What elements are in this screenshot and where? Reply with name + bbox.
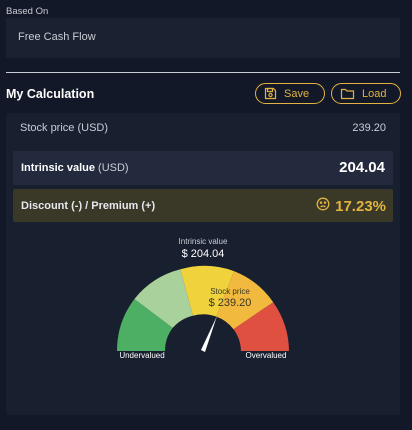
based-on-label: Based On (6, 6, 49, 17)
gauge-stock-caption: Stock price (210, 287, 250, 296)
gauge-intrinsic-caption: Intrinsic value (179, 237, 228, 246)
gauge-overvalued-label: Overvalued (246, 351, 287, 360)
load-button[interactable]: Load (331, 83, 401, 104)
save-button[interactable]: Save (255, 83, 325, 104)
gauge-stock-amount: $ 239.20 (209, 297, 252, 309)
folder-icon (340, 87, 355, 100)
calculation-title: My Calculation (6, 87, 95, 101)
valuation-gauge: Intrinsic value $ 204.04 Stock price $ 2… (116, 237, 289, 360)
gauge-intrinsic-amount: $ 204.04 (182, 248, 225, 260)
floppy-disk-icon (264, 87, 277, 100)
based-on-field[interactable]: Free Cash Flow (6, 18, 400, 58)
section-divider (6, 72, 400, 73)
load-label: Load (362, 87, 387, 100)
gauge-needle (201, 316, 217, 352)
based-on-value: Free Cash Flow (18, 31, 96, 43)
gauge-undervalued-label: Undervalued (119, 351, 164, 360)
calculation-panel: Stock price (USD) 239.20 Intrinsic value… (6, 113, 400, 415)
save-label: Save (284, 87, 310, 100)
gauge-segments (116, 265, 289, 351)
